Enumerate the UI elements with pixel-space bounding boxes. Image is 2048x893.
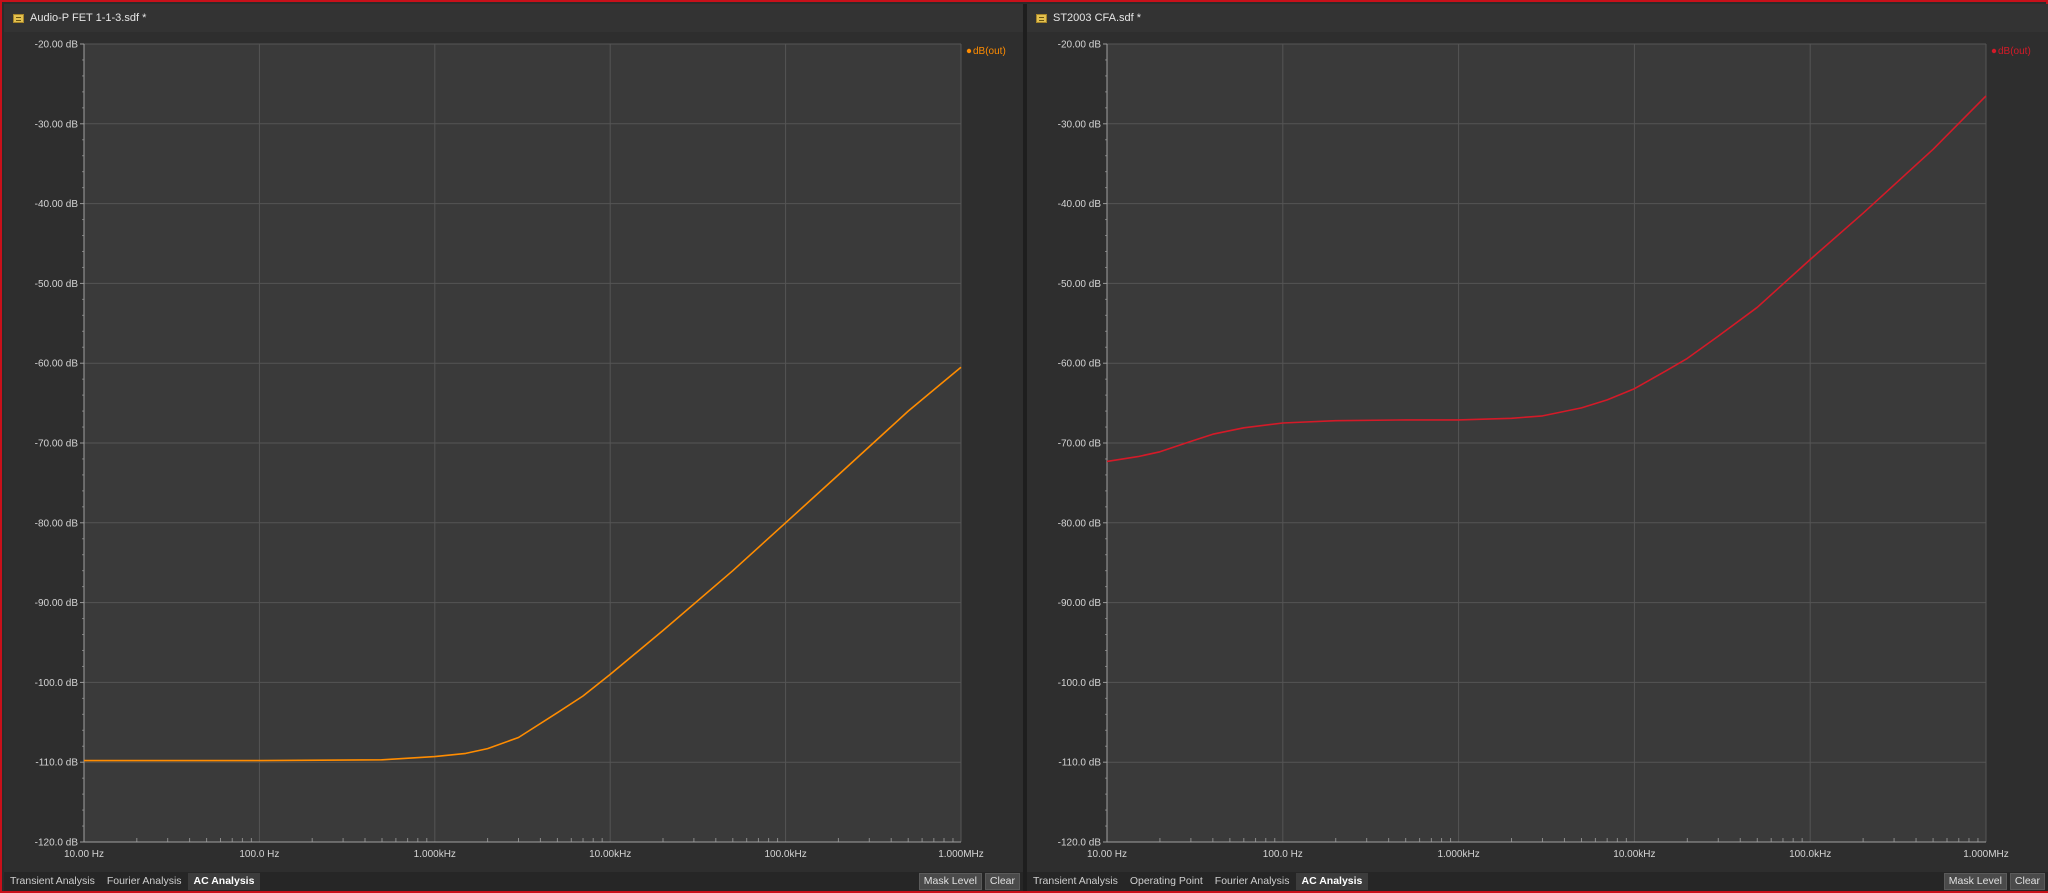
x-tick-label: 1.000MHz: [938, 849, 984, 860]
y-tick-label: -120.0 dB: [35, 838, 79, 849]
document-title: ST2003 CFA.sdf *: [1053, 12, 1142, 24]
ac-analysis-chart-left[interactable]: -20.00 dB -30.00 dB -40.00 dB -50.00 dB -60.…: [4, 32, 1023, 874]
plot-area-right[interactable]: -20.00 dB -30.00 dB -40.00 dB -50.00 dB -60.…: [1027, 32, 2048, 874]
plot-area-left[interactable]: -20.00 dB -30.00 dB -40.00 dB -50.00 dB -60.…: [4, 32, 1023, 874]
tab-ac-analysis[interactable]: AC Analysis: [1295, 873, 1369, 890]
analysis-tab-bar-left: Transient Analysis Fourier Analysis AC A…: [4, 872, 1023, 891]
y-tick-label: -80.00 dB: [35, 518, 79, 529]
y-tick-label: -70.00 dB: [35, 439, 79, 450]
x-tick-label: 10.00kHz: [1613, 849, 1655, 860]
analysis-tab-bar-right: Transient Analysis Operating Point Fouri…: [1027, 872, 2048, 891]
ac-analysis-chart-right[interactable]: -20.00 dB -30.00 dB -40.00 dB -50.00 dB -60.…: [1027, 32, 2048, 874]
tab-transient-analysis[interactable]: Transient Analysis: [1027, 873, 1124, 890]
y-tick-label: -120.0 dB: [1058, 838, 1102, 849]
tab-fourier-analysis[interactable]: Fourier Analysis: [1209, 873, 1296, 890]
chart-panel-left: Audio-P FET 1-1-3.sdf * -20.00 dB -30.00 …: [4, 4, 1023, 891]
clear-button[interactable]: Clear: [984, 873, 1020, 890]
y-tick-label: -110.0 dB: [1058, 758, 1101, 769]
document-tab-right[interactable]: ST2003 CFA.sdf *: [1027, 4, 2048, 32]
x-tick-label: 100.0 Hz: [239, 849, 279, 860]
x-tick-label: 10.00 Hz: [1087, 849, 1127, 860]
legend-marker: [966, 48, 972, 54]
chart-document-icon: [1036, 13, 1047, 23]
y-tick-label: -30.00 dB: [35, 119, 79, 130]
chart-panel-right: ST2003 CFA.sdf * -20.00 dB -30.00 dB -40.0…: [1027, 4, 2048, 891]
tab-fourier-analysis[interactable]: Fourier Analysis: [101, 873, 188, 890]
y-tick-label: -90.00 dB: [1058, 598, 1102, 609]
y-tick-label: -100.0 dB: [35, 678, 79, 689]
chart-document-icon: [13, 13, 24, 23]
x-tick-label: 100.0kHz: [764, 849, 806, 860]
x-tick-label: 10.00 Hz: [64, 849, 104, 860]
application-frame: Audio-P FET 1-1-3.sdf * -20.00 dB -30.00 …: [0, 0, 2048, 893]
document-tab-left[interactable]: Audio-P FET 1-1-3.sdf *: [4, 4, 1023, 32]
y-tick-label: -40.00 dB: [1058, 199, 1102, 210]
y-tick-label: -50.00 dB: [35, 279, 79, 290]
y-tick-label: -60.00 dB: [35, 359, 79, 370]
y-tick-label: -110.0 dB: [35, 758, 78, 769]
y-tick-label: -20.00 dB: [35, 40, 79, 51]
x-tick-label: 1.000kHz: [414, 849, 456, 860]
clear-button[interactable]: Clear: [2009, 873, 2045, 890]
legend-label: dB(out): [973, 46, 1006, 57]
y-tick-label: -40.00 dB: [35, 199, 79, 210]
y-tick-label: -70.00 dB: [1058, 439, 1102, 450]
x-tick-label: 100.0kHz: [1789, 849, 1831, 860]
y-tick-label: -60.00 dB: [1058, 359, 1102, 370]
x-tick-label: 100.0 Hz: [1263, 849, 1303, 860]
x-tick-label: 1.000kHz: [1437, 849, 1479, 860]
y-tick-label: -100.0 dB: [1058, 678, 1102, 689]
tab-transient-analysis[interactable]: Transient Analysis: [4, 873, 101, 890]
x-tick-label: 1.000MHz: [1963, 849, 2009, 860]
y-tick-label: -50.00 dB: [1058, 279, 1102, 290]
mask-level-button[interactable]: Mask Level: [918, 873, 982, 890]
y-tick-label: -90.00 dB: [35, 598, 79, 609]
legend-label: dB(out): [1998, 46, 2031, 57]
legend-marker: [1991, 48, 1997, 54]
tab-ac-analysis[interactable]: AC Analysis: [187, 873, 261, 890]
y-tick-label: -30.00 dB: [1058, 119, 1102, 130]
document-title: Audio-P FET 1-1-3.sdf *: [30, 12, 147, 24]
x-tick-label: 10.00kHz: [589, 849, 631, 860]
y-tick-label: -20.00 dB: [1058, 40, 1102, 51]
y-tick-label: -80.00 dB: [1058, 518, 1102, 529]
tab-operating-point[interactable]: Operating Point: [1124, 873, 1209, 890]
mask-level-button[interactable]: Mask Level: [1943, 873, 2007, 890]
